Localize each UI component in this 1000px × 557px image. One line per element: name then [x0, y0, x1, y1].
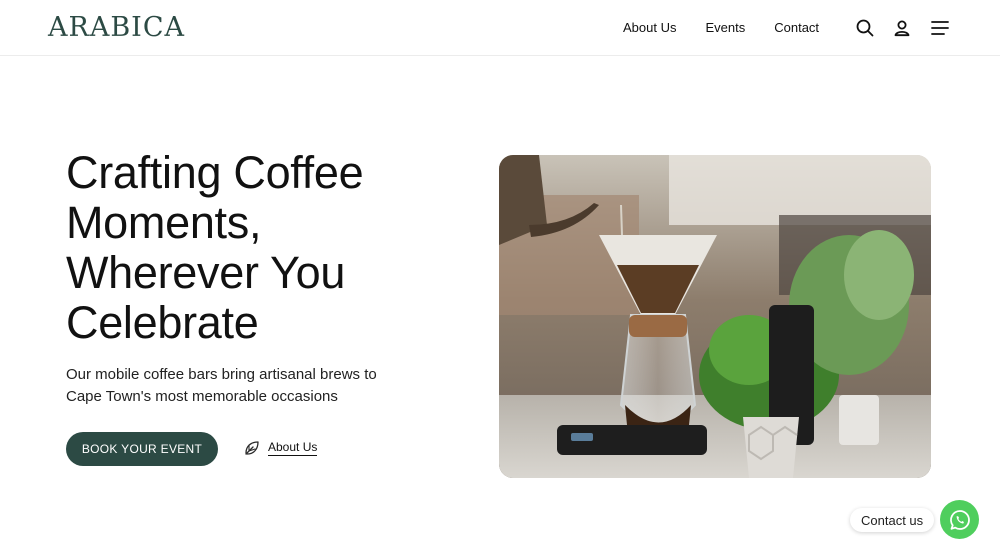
logo[interactable]: ARABICA	[48, 12, 185, 43]
nav-link-about[interactable]: About Us	[623, 20, 676, 35]
contact-us-bubble[interactable]: Contact us	[850, 508, 935, 532]
about-us-link[interactable]: About Us	[244, 440, 318, 456]
search-icon[interactable]	[855, 18, 875, 38]
hero-subtitle: Our mobile coffee bars bring artisanal b…	[66, 366, 377, 405]
account-icon[interactable]	[892, 18, 912, 38]
about-us-link-label: About Us	[268, 440, 318, 456]
whatsapp-button[interactable]	[940, 500, 979, 539]
menu-icon[interactable]	[930, 18, 950, 38]
nav-link-events[interactable]: Events	[705, 20, 745, 35]
hero-title: Crafting Coffee Moments, Wherever You Ce…	[66, 147, 364, 348]
book-event-button[interactable]: BOOK YOUR EVENT	[66, 432, 218, 466]
main-nav: About Us Events Contact	[623, 20, 819, 35]
leaf-icon	[245, 441, 259, 455]
site-header: ARABICA About Us Events Contact	[0, 0, 1000, 56]
whatsapp-icon	[949, 509, 970, 530]
hero-image	[499, 155, 931, 478]
nav-link-contact[interactable]: Contact	[774, 20, 819, 35]
